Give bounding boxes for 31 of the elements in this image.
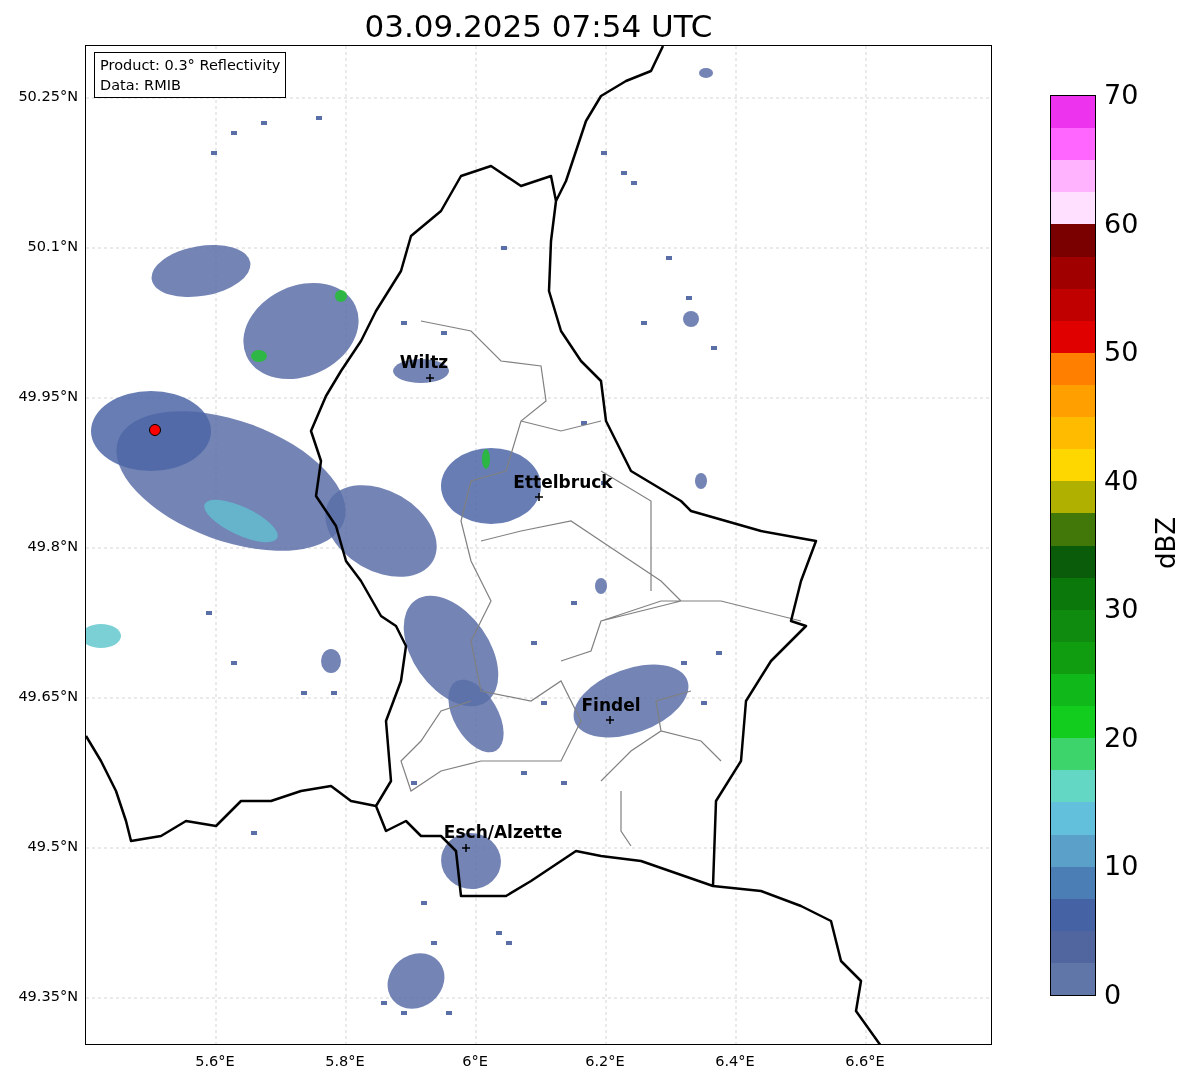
axis-label: 49.35°N — [18, 987, 78, 1007]
axis-label: 49.5°N — [27, 837, 78, 857]
city-label: Findel — [581, 695, 641, 715]
colorbar-tick-label: 70 — [1104, 80, 1139, 110]
city-marker — [462, 844, 470, 852]
city-marker — [606, 716, 614, 724]
axis-label: 6.2°E — [585, 1052, 625, 1071]
colorbar-tick-label: 20 — [1104, 722, 1139, 753]
axis-label: 5.6°E — [195, 1052, 235, 1071]
colorbar-tick-label: 0 — [1104, 980, 1122, 1010]
colorbar-tick-label: 10 — [1104, 851, 1139, 882]
info-text: Data: RMIB — [100, 76, 182, 95]
axis-label: 6.6°E — [845, 1052, 885, 1071]
axis-label: 6.4°E — [715, 1052, 755, 1071]
colorbar-tick-label: 40 — [1104, 465, 1139, 496]
axis-label: 50.1°N — [27, 237, 78, 257]
axis-label: 49.95°N — [18, 387, 78, 407]
axis-label: 5.8°E — [325, 1052, 365, 1071]
city-marker — [426, 374, 434, 382]
city-marker — [535, 493, 543, 501]
colorbar-label: dBZ — [1151, 516, 1182, 570]
city-label: Esch/Alzette — [443, 822, 563, 842]
colorbar-tick-label: 60 — [1104, 208, 1139, 239]
axis-label: 49.8°N — [27, 537, 78, 557]
info-text: Product: 0.3° Reflectivity — [100, 56, 281, 75]
axis-label: 49.65°N — [18, 687, 78, 707]
chart-title: 03.09.2025 07:54 UTC — [363, 7, 714, 46]
colorbar-tick-label: 50 — [1104, 337, 1139, 368]
colorbar-tick-label: 30 — [1104, 594, 1139, 625]
axis-label: 6°E — [462, 1052, 488, 1071]
axis-label: 50.25°N — [18, 87, 78, 107]
